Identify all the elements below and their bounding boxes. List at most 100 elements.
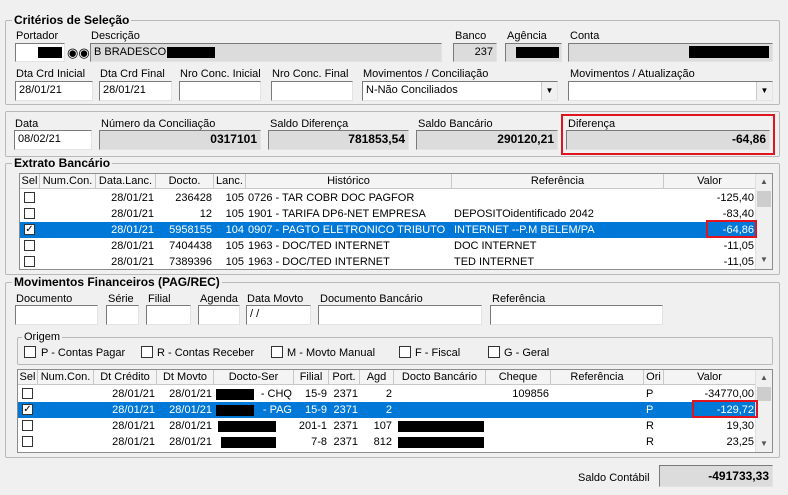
row-checkbox[interactable]: ✓ bbox=[24, 224, 35, 235]
table-cell-agd: 107 bbox=[373, 420, 392, 432]
table-cell-data: 28/01/21 bbox=[111, 256, 154, 268]
table-cell-historico: 1963 - DOC/TED INTERNET bbox=[248, 256, 390, 268]
origem-m-checkbox[interactable] bbox=[271, 346, 283, 358]
documento-field[interactable] bbox=[15, 305, 98, 325]
redacted-block bbox=[221, 437, 276, 448]
dta-crd-final-field[interactable]: 28/01/21 bbox=[99, 81, 172, 101]
documento-bancario-field[interactable] bbox=[318, 305, 482, 325]
table-cell-referencia bbox=[551, 402, 644, 418]
scroll-up-icon[interactable]: ▲ bbox=[756, 370, 772, 386]
scroll-down-icon[interactable]: ▼ bbox=[756, 436, 772, 452]
row-checkbox[interactable] bbox=[22, 452, 33, 453]
row-checkbox[interactable] bbox=[22, 436, 33, 447]
col-header-sel[interactable]: Sel bbox=[20, 174, 40, 189]
referencia-field[interactable] bbox=[490, 305, 663, 325]
table-cell-dtmovto: 28/01/21 bbox=[157, 450, 214, 452]
row-checkbox[interactable] bbox=[24, 208, 35, 219]
col-header-lanc[interactable]: Lanc. bbox=[214, 174, 246, 189]
table-cell-doctobancario bbox=[394, 402, 486, 418]
dta-crd-final-label: Dta Crd Final bbox=[100, 68, 165, 80]
mov-col-header-port[interactable]: Port. bbox=[329, 370, 360, 385]
table-cell-dtcredito: 28/01/21 bbox=[112, 420, 155, 432]
table-cell-lanc: 104 bbox=[225, 224, 244, 236]
movimentos-grid[interactable]: Sel Num.Con. Dt Crédito Dt Movto Docto-S… bbox=[17, 369, 773, 453]
mov-col-header-valor[interactable]: Valor bbox=[664, 370, 756, 385]
binoculars-icon[interactable]: ◉◉ bbox=[67, 44, 90, 61]
mov-col-header-cheque[interactable]: Cheque bbox=[486, 370, 551, 385]
serie-field[interactable] bbox=[106, 305, 139, 325]
nro-conc-inicial-field[interactable] bbox=[179, 81, 261, 101]
origem-f-checkbox[interactable] bbox=[399, 346, 411, 358]
table-cell-numcon bbox=[40, 254, 96, 269]
mov-col-header-dtmovto[interactable]: Dt Movto bbox=[157, 370, 214, 385]
table-cell-data: 28/01/21 bbox=[111, 208, 154, 220]
table-cell-historico: 1901 - TARIFA DP6-NET EMPRESA bbox=[248, 208, 426, 220]
movimentos-atualizacao-select[interactable]: ▼ bbox=[568, 81, 773, 101]
row-checkbox[interactable] bbox=[24, 192, 35, 203]
scroll-thumb[interactable] bbox=[757, 191, 771, 207]
origem-r-checkbox[interactable] bbox=[141, 346, 153, 358]
table-cell-agd: 137 bbox=[360, 450, 394, 452]
data-movto-field[interactable]: / / bbox=[246, 305, 311, 325]
documento-bancario-label: Documento Bancário bbox=[320, 293, 423, 305]
table-cell-ori: P bbox=[646, 388, 654, 400]
diferenca-field: -64,86 bbox=[566, 130, 770, 150]
conta-label: Conta bbox=[570, 30, 600, 42]
row-checkbox[interactable] bbox=[22, 388, 33, 399]
extrato-scrollbar[interactable]: ▲ ▼ bbox=[755, 174, 772, 269]
mov-col-header-dtcredito[interactable]: Dt Crédito bbox=[94, 370, 157, 385]
mov-col-header-agd[interactable]: Agd bbox=[360, 370, 394, 385]
diferenca-label: Diferença bbox=[568, 118, 616, 130]
row-checkbox[interactable]: ✓ bbox=[22, 404, 33, 415]
dta-crd-inicial-field[interactable]: 28/01/21 bbox=[15, 81, 93, 101]
table-cell-dtmovto: 28/01/21 bbox=[169, 404, 212, 416]
col-header-datalanc[interactable]: Data.Lanc. bbox=[96, 174, 156, 189]
filial-label: Filial bbox=[148, 293, 171, 305]
redacted-block bbox=[218, 421, 276, 432]
scroll-up-icon[interactable]: ▲ bbox=[756, 174, 772, 190]
row-checkbox[interactable] bbox=[24, 240, 35, 251]
mov-col-header-doctobancario[interactable]: Docto Bancário bbox=[394, 370, 486, 385]
movimentos-conciliacao-value: N-Não Conciliados bbox=[366, 84, 458, 96]
filial-field[interactable] bbox=[146, 305, 191, 325]
mov-col-header-ori[interactable]: Ori bbox=[644, 370, 664, 385]
criterios-title: Critérios de Seleção bbox=[12, 13, 132, 27]
saldo-diferenca-field: 781853,54 bbox=[268, 130, 409, 150]
data-field[interactable]: 08/02/21 bbox=[14, 130, 92, 150]
chevron-down-icon[interactable]: ▼ bbox=[541, 82, 557, 100]
table-cell-referencia: DEPOSITOidentificado 2042 bbox=[454, 208, 594, 220]
scroll-down-icon[interactable]: ▼ bbox=[756, 252, 772, 268]
redacted-block bbox=[398, 437, 484, 448]
portador-field[interactable] bbox=[15, 43, 65, 62]
row-checkbox[interactable] bbox=[22, 420, 33, 431]
extrato-grid[interactable]: Sel Num.Con. Data.Lanc. Docto. Lanc. His… bbox=[19, 173, 773, 270]
table-cell-numcon bbox=[40, 206, 96, 222]
agenda-field[interactable] bbox=[198, 305, 240, 325]
movimentos-conciliacao-label: Movimentos / Conciliação bbox=[363, 68, 489, 80]
origem-p-checkbox[interactable] bbox=[24, 346, 36, 358]
movimentos-conciliacao-select[interactable]: N-Não Conciliados ▼ bbox=[362, 81, 558, 101]
origem-g-checkbox[interactable] bbox=[488, 346, 500, 358]
descricao-label: Descrição bbox=[91, 30, 140, 42]
col-header-valor[interactable]: Valor bbox=[664, 174, 756, 189]
row-checkbox[interactable] bbox=[24, 256, 35, 267]
mov-col-header-doctoser[interactable]: Docto-Ser bbox=[214, 370, 294, 385]
mov-col-header-referencia[interactable]: Referência bbox=[551, 370, 644, 385]
table-cell-agd: 2 bbox=[385, 404, 392, 416]
nro-conc-final-field[interactable] bbox=[271, 81, 353, 101]
col-header-numcon[interactable]: Num.Con. bbox=[40, 174, 96, 189]
table-cell-referencia: INTERNET --P.M BELEM/PA bbox=[454, 224, 595, 236]
col-header-historico[interactable]: Histórico bbox=[246, 174, 452, 189]
table-cell-valor: -11,05 bbox=[723, 256, 754, 268]
agencia-redacted bbox=[516, 47, 559, 58]
mov-col-header-numcon[interactable]: Num.Con. bbox=[38, 370, 94, 385]
table-cell-dtcredito: 28/01/21 bbox=[112, 388, 155, 400]
mov-col-header-filial[interactable]: Filial bbox=[294, 370, 329, 385]
col-header-referencia[interactable]: Referência bbox=[452, 174, 664, 189]
table-cell-port: 2371 bbox=[333, 388, 358, 400]
agencia-field bbox=[505, 43, 562, 62]
scroll-thumb[interactable] bbox=[757, 387, 771, 401]
chevron-down-icon[interactable]: ▼ bbox=[756, 82, 772, 100]
mov-col-header-sel[interactable]: Sel bbox=[18, 370, 38, 385]
col-header-docto[interactable]: Docto. bbox=[156, 174, 214, 189]
